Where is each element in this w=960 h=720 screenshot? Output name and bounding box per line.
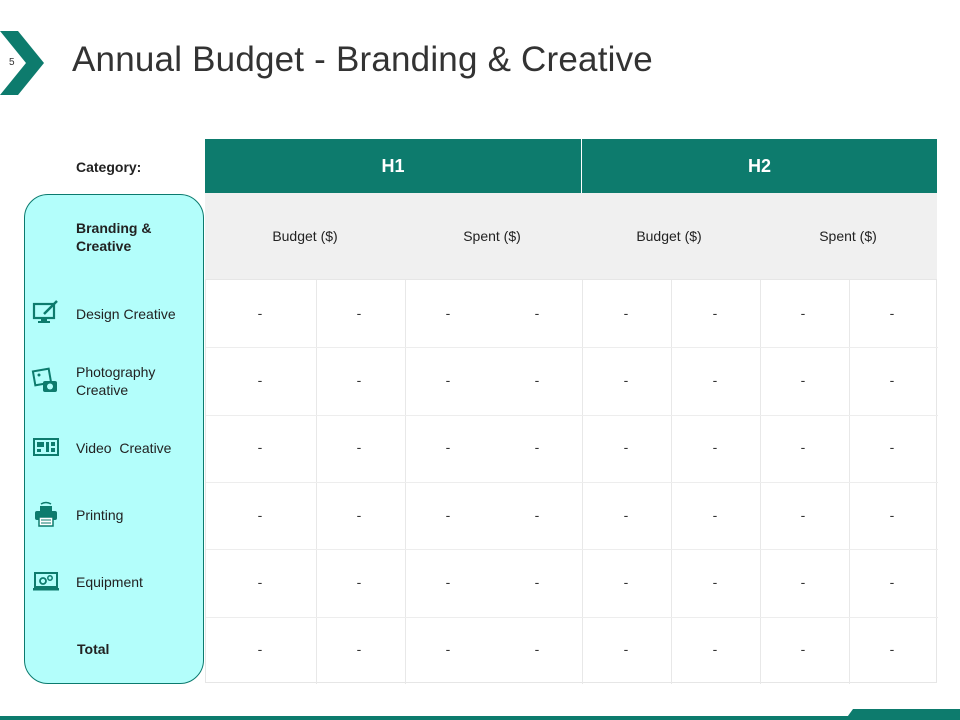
table-cell: - xyxy=(712,305,718,321)
table-cell: - xyxy=(534,641,540,657)
table-cell: - xyxy=(800,305,806,321)
photo-camera-icon xyxy=(31,367,57,392)
table-cell: - xyxy=(445,574,451,590)
sub-header-h1-spent: Spent ($) xyxy=(463,228,521,244)
period-header-h1: H1 xyxy=(205,139,581,193)
table-cell: - xyxy=(356,439,362,455)
table-cell: - xyxy=(445,372,451,388)
table-cell: - xyxy=(800,641,806,657)
table-cell: - xyxy=(623,439,629,455)
table-cell: - xyxy=(623,305,629,321)
period-header-h2: H2 xyxy=(582,139,937,193)
table-cell: - xyxy=(889,305,895,321)
table-cell: - xyxy=(356,574,362,590)
footer-tab xyxy=(845,709,960,720)
sub-header-h1-budget: Budget ($) xyxy=(272,228,338,244)
category-header: Category: xyxy=(76,159,142,175)
period-header-row: H1 H2 xyxy=(205,139,937,193)
table-cell: - xyxy=(534,372,540,388)
row-divider xyxy=(206,549,938,550)
table-cell: - xyxy=(257,507,263,523)
table-cell: - xyxy=(712,439,718,455)
table-cell: - xyxy=(445,305,451,321)
table-cell: - xyxy=(889,507,895,523)
row-label-photography-creative: Photography Creative xyxy=(76,364,156,398)
table-cell: - xyxy=(257,574,263,590)
table-cell: - xyxy=(712,507,718,523)
slide-number: 5 xyxy=(9,57,15,68)
table-cell: - xyxy=(356,372,362,388)
table-cell: - xyxy=(800,507,806,523)
row-label-video-creative: Video Creative xyxy=(76,440,172,456)
row-divider xyxy=(206,415,938,416)
table-cell: - xyxy=(534,507,540,523)
table-cell: - xyxy=(889,574,895,590)
table-cell: - xyxy=(800,372,806,388)
table-cell: - xyxy=(356,305,362,321)
table-cell: - xyxy=(712,641,718,657)
page-title: Annual Budget - Branding & Creative xyxy=(72,40,653,79)
table-cell: - xyxy=(800,439,806,455)
table-cell: - xyxy=(712,372,718,388)
table-cell: - xyxy=(356,641,362,657)
row-label-total: Total xyxy=(77,641,110,657)
footer-bar xyxy=(0,716,960,720)
row-label-design-creative: Design Creative xyxy=(76,306,176,322)
table-cell: - xyxy=(889,641,895,657)
row-divider xyxy=(206,347,938,348)
table-cell: - xyxy=(889,372,895,388)
table-cell: - xyxy=(445,641,451,657)
row-divider xyxy=(206,617,938,618)
video-film-icon xyxy=(33,438,59,456)
table-cell: - xyxy=(257,641,263,657)
row-label-printing: Printing xyxy=(76,507,124,523)
group-label: Branding & Creative xyxy=(76,220,152,254)
table-cell: - xyxy=(623,372,629,388)
table-cell: - xyxy=(257,439,263,455)
chevron-icon xyxy=(0,31,44,95)
table-cell: - xyxy=(800,574,806,590)
sub-header-h2-budget: Budget ($) xyxy=(636,228,702,244)
monitor-pen-icon xyxy=(32,300,58,323)
laptop-gear-icon xyxy=(33,572,59,591)
table-cell: - xyxy=(889,439,895,455)
sub-header-h2-spent: Spent ($) xyxy=(819,228,877,244)
table-cell: - xyxy=(257,372,263,388)
table-cell: - xyxy=(623,507,629,523)
table-cell: - xyxy=(534,305,540,321)
row-label-equipment: Equipment xyxy=(76,574,143,590)
table-cell: - xyxy=(712,574,718,590)
table-cell: - xyxy=(623,574,629,590)
table-cell: - xyxy=(356,507,362,523)
row-divider xyxy=(206,482,938,483)
printer-icon xyxy=(35,501,57,527)
table-cell: - xyxy=(257,305,263,321)
table-cell: - xyxy=(534,574,540,590)
sub-header-row: Budget ($) Spent ($) Budget ($) Spent ($… xyxy=(205,193,937,279)
budget-table: H1 H2 Budget ($) Spent ($) Budget ($) Sp… xyxy=(205,139,938,684)
table-cell: - xyxy=(623,641,629,657)
table-cell: - xyxy=(445,507,451,523)
table-body: - - - - - - - - - - - - - - - - - - - - - - - - - - - - - - - - - - - - - - - -… xyxy=(205,279,938,684)
table-cell: - xyxy=(445,439,451,455)
table-cell: - xyxy=(534,439,540,455)
